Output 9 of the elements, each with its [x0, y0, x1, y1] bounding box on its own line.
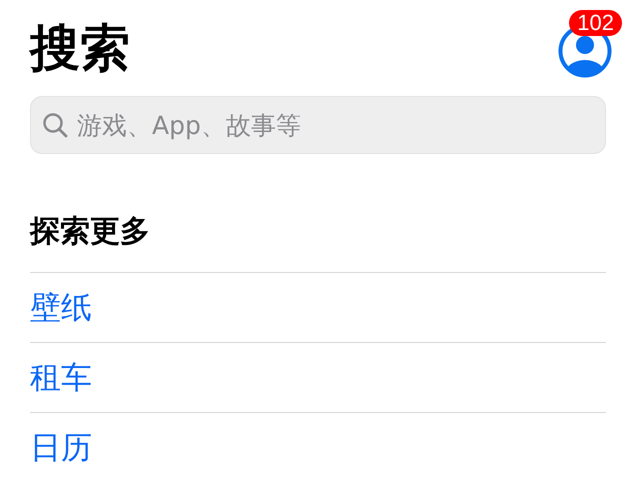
search-field[interactable]: 游戏、App、故事等	[30, 96, 606, 154]
search-icon	[42, 112, 68, 138]
notification-badge: 102	[569, 10, 622, 36]
section-heading: 探索更多	[30, 212, 606, 273]
link[interactable]: 租车	[30, 356, 92, 398]
link[interactable]: 壁纸	[30, 286, 92, 328]
account-button[interactable]: 102	[558, 10, 622, 78]
link[interactable]: 日历	[30, 426, 92, 468]
page-title: 搜索	[30, 23, 130, 73]
